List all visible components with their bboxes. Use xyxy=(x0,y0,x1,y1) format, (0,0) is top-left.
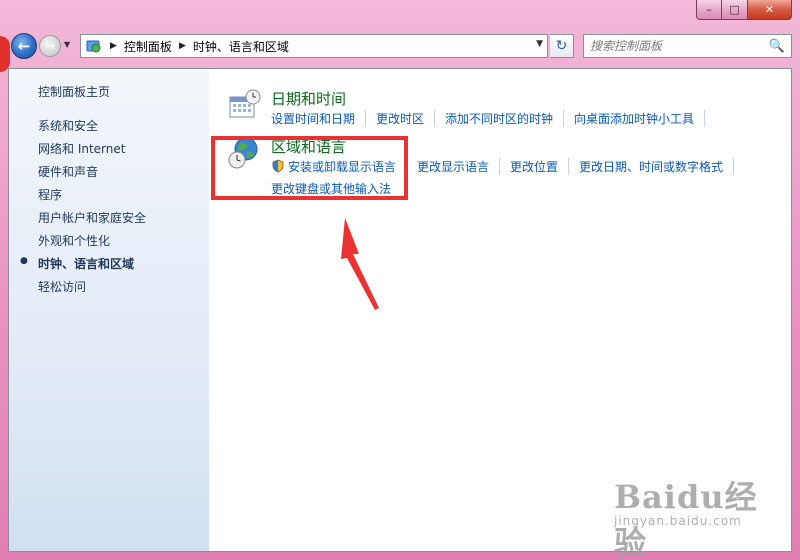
search-input[interactable] xyxy=(584,36,764,56)
link-add-clocks[interactable]: 添加不同时区的时钟 xyxy=(445,110,565,127)
sidebar-item-system-security[interactable]: 系统和安全 xyxy=(38,117,98,134)
sidebar: 控制面板主页 系统和安全 网络和 Internet 硬件和声音 程序 用户帐户和… xyxy=(9,69,209,551)
sidebar-item-user-accounts[interactable]: 用户帐户和家庭安全 xyxy=(38,209,146,226)
link-change-timezone[interactable]: 更改时区 xyxy=(376,110,436,127)
sidebar-item-appearance[interactable]: 外观和个性化 xyxy=(38,232,110,249)
forward-arrow-icon[interactable]: → xyxy=(39,35,61,57)
refresh-icon: ↻ xyxy=(555,38,568,54)
sidebar-item-hardware-sound[interactable]: 硬件和声音 xyxy=(38,163,98,180)
date-time-links: 设置时间和日期 更改时区 添加不同时区的时钟 向桌面添加时钟小工具 xyxy=(271,110,715,127)
link-add-clock-gadget[interactable]: 向桌面添加时钟小工具 xyxy=(574,110,706,127)
calendar-clock-icon[interactable] xyxy=(227,88,261,122)
control-panel-icon xyxy=(86,40,101,53)
sidebar-item-programs[interactable]: 程序 xyxy=(38,186,62,203)
breadcrumb-separator-icon: ▶ xyxy=(178,41,186,51)
history-dropdown-icon[interactable]: ▼ xyxy=(64,40,74,50)
link-set-time-date[interactable]: 设置时间和日期 xyxy=(271,110,367,127)
address-dropdown-icon[interactable]: ▼ xyxy=(536,39,543,49)
watermark-url: jingyan.baidu.com xyxy=(614,514,742,528)
annotation-arrow xyxy=(341,218,379,310)
search-box[interactable]: 🔍 xyxy=(583,34,792,58)
sidebar-item-clock-language-region[interactable]: 时钟、语言和区域 xyxy=(38,255,134,272)
annotation-highlight-box xyxy=(211,136,408,200)
sidebar-home-link[interactable]: 控制面板主页 xyxy=(38,83,110,100)
link-change-formats[interactable]: 更改日期、时间或数字格式 xyxy=(579,158,735,175)
category-title-date-time[interactable]: 日期和时间 xyxy=(271,88,346,109)
close-button[interactable]: ✕ xyxy=(748,0,792,20)
breadcrumb-clock-language-region[interactable]: 时钟、语言和区域 xyxy=(193,38,289,55)
search-icon[interactable]: 🔍 xyxy=(769,39,785,54)
sidebar-item-network[interactable]: 网络和 Internet xyxy=(38,140,125,157)
maximize-button[interactable]: □ xyxy=(722,0,748,20)
refresh-button[interactable]: ↻ xyxy=(550,34,574,58)
link-change-display-language[interactable]: 更改显示语言 xyxy=(417,158,501,175)
sidebar-item-ease-of-access[interactable]: 轻松访问 xyxy=(38,278,86,295)
minimize-button[interactable]: – xyxy=(696,0,722,20)
current-item-bullet-icon: ● xyxy=(20,256,28,266)
baidu-watermark: Baidu经验 jingyan.baidu.com xyxy=(600,472,780,560)
back-arrow-icon[interactable]: ← xyxy=(11,33,37,59)
breadcrumb-control-panel[interactable]: 控制面板 xyxy=(124,38,172,55)
navigation-bar: ← → ▼ ▶ 控制面板 ▶ 时钟、语言和区域 ▼ ↻ 🔍 xyxy=(0,30,800,62)
caption-buttons: – □ ✕ xyxy=(696,0,792,20)
breadcrumb-separator-icon: ▶ xyxy=(110,41,117,51)
link-change-location[interactable]: 更改位置 xyxy=(510,158,570,175)
address-bar[interactable]: ▶ 控制面板 ▶ 时钟、语言和区域 ▼ xyxy=(80,34,548,58)
category-date-time: 日期和时间 设置时间和日期 更改时区 添加不同时区的时钟 向桌面添加时钟小工具 xyxy=(227,88,787,128)
